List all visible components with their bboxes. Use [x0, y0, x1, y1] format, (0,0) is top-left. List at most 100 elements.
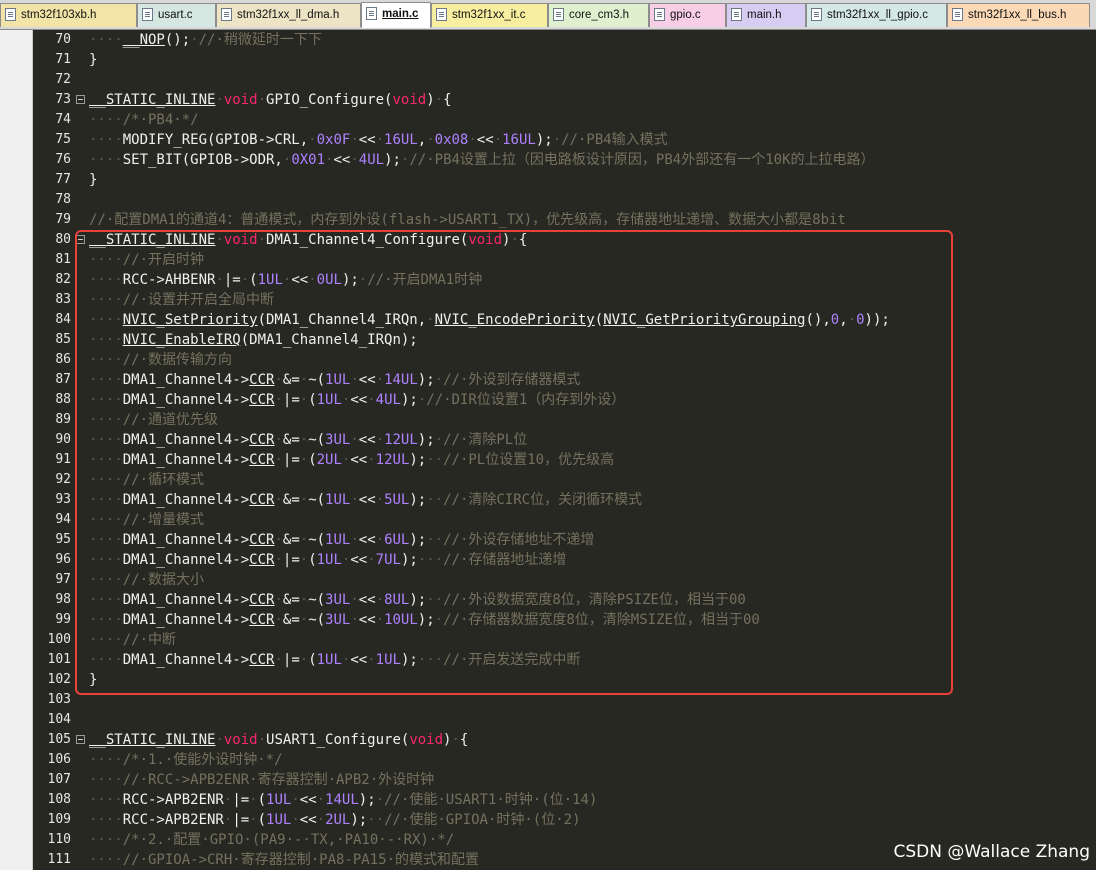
code-line[interactable]: 78 — [0, 190, 1096, 210]
code-line[interactable]: 75 ····MODIFY_REG(GPIOB->CRL,·0x0F·<<·16U… — [0, 130, 1096, 150]
line-number: 95 — [55, 532, 71, 547]
code-token: · — [308, 132, 317, 148]
code-token: void — [223, 732, 258, 748]
code-line[interactable]: 105 __STATIC_INLINE·void·USART1_Configure… — [0, 730, 1096, 750]
line-number: 90 — [55, 432, 71, 447]
code-token: · — [257, 732, 267, 748]
code-line[interactable]: 71} — [0, 50, 1096, 70]
code-line[interactable]: 76 ····SET_BIT(GPIOB->ODR,·0X01·<<·4UL);·… — [0, 150, 1096, 170]
code-token: · — [350, 132, 359, 148]
code-line[interactable]: 70 ····__NOP();·//·稍微延时一下下 — [0, 30, 1096, 50]
code-line[interactable]: 77} — [0, 170, 1096, 190]
code-token: |= — [232, 792, 250, 808]
code-text: } — [89, 170, 97, 190]
fold-toggle-icon[interactable] — [76, 95, 85, 104]
file-icon — [952, 8, 963, 21]
code-token: · — [316, 812, 326, 828]
code-token: void — [392, 92, 427, 108]
tab-usart-c[interactable]: usart.c — [137, 3, 216, 27]
code-token: /*·2.·配置·GPIO·(PA9·-·TX,·PA10·-·RX)·*/ — [122, 832, 455, 848]
code-token: 0x0F — [316, 132, 351, 148]
tab-bar: stm32f103xb.h usart.c stm32f1xx_ll_dma.h ma… — [0, 0, 1096, 30]
tab-core-cm3-h[interactable]: core_cm3.h — [548, 3, 649, 27]
line-number: 70 — [55, 32, 71, 47]
code-token: void — [409, 732, 444, 748]
code-token: ); — [384, 152, 401, 168]
tab-stm32f103xb-h[interactable]: stm32f103xb.h — [0, 3, 137, 27]
tab-stm32f1xx-it-c[interactable]: stm32f1xx_it.c — [431, 3, 548, 27]
code-token: __NOP — [122, 32, 165, 48]
code-line[interactable]: 107 ····//·RCC->APB2ENR·寄存器控制·APB2·外设时钟 — [0, 770, 1096, 790]
line-number: 103 — [47, 692, 71, 707]
code-line[interactable]: 74 ····/*·PB4·*/ — [0, 110, 1096, 130]
code-line[interactable]: 108 ····RCC->APB2ENR·|=·(1UL·<<·14UL);·//… — [0, 790, 1096, 810]
tab-main-c[interactable]: main.c — [361, 2, 431, 28]
tab-label: stm32f103xb.h — [21, 9, 97, 21]
file-icon — [811, 8, 822, 21]
code-line[interactable]: 104 — [0, 710, 1096, 730]
line-number: 85 — [55, 332, 71, 347]
code-token: ) — [426, 92, 435, 108]
tab-main-h[interactable]: main.h — [726, 3, 806, 27]
code-token: //·使能·GPIOA·时钟·(位·2) — [384, 812, 581, 828]
code-token: · — [249, 812, 258, 828]
code-line[interactable]: 79 //·配置DMA1的通道4：普通模式，内存到外设(flash->USART1… — [0, 210, 1096, 230]
code-token: 1UL — [266, 812, 292, 828]
code-token: · — [249, 792, 258, 808]
line-number: 91 — [55, 452, 71, 467]
code-token: · — [190, 32, 199, 48]
code-token: __STATIC_INLINE — [89, 732, 216, 748]
code-text: ····/*·PB4·*/ — [89, 110, 199, 130]
code-token: · — [468, 132, 477, 148]
code-token: 2UL — [325, 812, 351, 828]
code-token: 0x08 — [434, 132, 469, 148]
code-line[interactable]: 72 — [0, 70, 1096, 90]
code-token: 16UL — [502, 132, 536, 148]
line-number: 102 — [47, 672, 71, 687]
tab-gpio-c[interactable]: gpio.c — [649, 3, 726, 27]
code-text: __STATIC_INLINE·void·GPIO_Configure(void… — [89, 90, 452, 110]
line-number: 75 — [55, 132, 71, 147]
line-number: 101 — [47, 652, 71, 667]
code-token: · — [291, 812, 300, 828]
code-line[interactable]: 106 ····/*·1.·使能外设时钟·*/ — [0, 750, 1096, 770]
line-number: 98 — [55, 592, 71, 607]
tab-stm32f1xx-ll-dma-h[interactable]: stm32f1xx_ll_dma.h — [216, 3, 361, 27]
code-line[interactable]: 109 ····RCC->APB2ENR·|=·(1UL·<<·2UL);··//… — [0, 810, 1096, 830]
file-icon — [366, 7, 377, 20]
code-token: //·PB4设置上拉（因电路板设计原因，PB4外部还有一个10K的上拉电路） — [409, 152, 875, 168]
code-token: void — [223, 92, 258, 108]
code-token: //·GPIOA->CRH·寄存器控制·PA8-PA15·的模式和配置 — [122, 852, 480, 868]
tab-label: stm32f1xx_it.c — [452, 9, 526, 21]
code-text: ····RCC->APB2ENR·|=·(1UL·<<·14UL);·//·使能… — [89, 790, 597, 810]
code-text: __STATIC_INLINE·void·USART1_Configure(vo… — [89, 730, 468, 750]
code-token: · — [426, 132, 435, 148]
fold-toggle-icon[interactable] — [76, 735, 85, 744]
code-token: MODIFY_REG(GPIOB->CRL, — [122, 132, 309, 148]
tab-label: stm32f1xx_ll_dma.h — [237, 9, 340, 21]
code-token: · — [291, 792, 300, 808]
code-token: << — [358, 132, 376, 148]
tab-stm32f1xx-ll-bus-h[interactable]: stm32f1xx_ll_bus.h — [947, 3, 1090, 27]
tab-label: stm32f1xx_ll_bus.h — [968, 9, 1067, 21]
code-token: 0X01 — [291, 152, 326, 168]
code-token: << — [299, 812, 317, 828]
line-number: 97 — [55, 572, 71, 587]
code-token: << — [333, 152, 351, 168]
code-text: ····__NOP();·//·稍微延时一下下 — [89, 30, 322, 50]
code-line[interactable]: 73 __STATIC_INLINE·void·GPIO_Configure(vo… — [0, 90, 1096, 110]
code-token: 14UL — [325, 792, 359, 808]
code-token: |= — [232, 812, 250, 828]
line-number: 96 — [55, 552, 71, 567]
line-number: 111 — [47, 852, 71, 867]
line-number: 88 — [55, 392, 71, 407]
line-number: 81 — [55, 252, 71, 267]
code-token: { — [443, 92, 452, 108]
tab-stm32f1xx-ll-gpio-c[interactable]: stm32f1xx_ll_gpio.c — [806, 3, 947, 27]
code-token: ( — [257, 792, 267, 808]
code-text: ····/*·1.·使能外设时钟·*/ — [89, 750, 283, 770]
code-token: //·PB4输入模式 — [561, 132, 668, 148]
line-number: 105 — [47, 732, 71, 747]
code-token: SET_BIT(GPIOB->ODR, — [122, 152, 283, 168]
tab-label: usart.c — [158, 9, 193, 21]
